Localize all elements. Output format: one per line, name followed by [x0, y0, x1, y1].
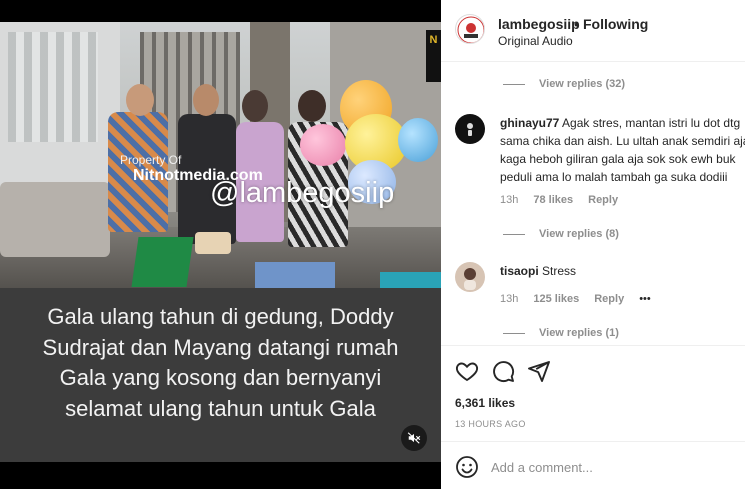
separator-dot: •: [574, 16, 579, 32]
comment-likes[interactable]: 78 likes: [533, 194, 573, 206]
profile-logo-icon: [457, 16, 484, 43]
avatar[interactable]: [455, 114, 485, 144]
comments-panel: lambegosiip • Following Original Audio V…: [441, 0, 745, 489]
comment-text: tisaopi Stress: [500, 264, 577, 278]
comment-likes[interactable]: 125 likes: [533, 293, 579, 305]
caption-line: Sudrajat dan Mayang datangi rumah: [42, 334, 399, 360]
avatar[interactable]: [455, 14, 485, 44]
caption-line: selamat ulang tahun untuk Gala: [65, 395, 376, 421]
comment-username[interactable]: tisaopi: [500, 264, 539, 278]
avatar[interactable]: [455, 262, 485, 292]
reply-button[interactable]: Reply: [588, 194, 618, 206]
post-header: lambegosiip • Following Original Audio: [441, 0, 745, 62]
post-actions: 6,361 likes 13 HOURS AGO: [441, 345, 745, 440]
comment-time[interactable]: 13h: [500, 194, 518, 206]
view-replies-button[interactable]: View replies (1): [503, 327, 619, 339]
view-replies-button[interactable]: View replies (32): [503, 78, 625, 90]
comment-text: ghinayu77 Agak stres, mantan istri lu do…: [500, 116, 745, 184]
watermark-property: Property Of: [120, 153, 182, 167]
add-comment-bar: [441, 441, 745, 489]
caption-line: Gala yang kosong dan bernyanyi: [59, 365, 382, 390]
watermark-handle: @lambegosiip: [210, 177, 395, 209]
video-caption: Gala ulang tahun di gedung, Doddy Sudraj…: [0, 302, 441, 424]
likes-count[interactable]: 6,361 likes: [455, 396, 515, 410]
reply-button[interactable]: Reply: [594, 293, 624, 305]
following-button[interactable]: Following: [583, 16, 648, 32]
user-photo-icon: [464, 268, 476, 290]
corner-logo: N: [426, 30, 441, 82]
comment-username[interactable]: ghinayu77: [500, 116, 559, 130]
video-player[interactable]: Property Of Nitnotmedia.com @lambegosiip…: [0, 22, 441, 462]
video-scene: Property Of Nitnotmedia.com @lambegosiip…: [0, 22, 441, 288]
comment-meta: 13h 125 likes Reply •••: [500, 293, 651, 305]
caption-line: Gala ulang tahun di gedung, Doddy: [47, 304, 394, 329]
heart-icon[interactable]: [455, 359, 479, 383]
user-placeholder-icon: [467, 123, 473, 136]
emoji-icon[interactable]: [455, 455, 479, 479]
comments-list: View replies (32) ghinayu77 Agak stres, …: [441, 62, 745, 345]
mute-button[interactable]: [401, 425, 427, 451]
comment-input[interactable]: [491, 454, 731, 480]
share-icon[interactable]: [527, 359, 551, 383]
comment-time[interactable]: 13h: [500, 293, 518, 305]
video-caption-area: Gala ulang tahun di gedung, Doddy Sudraj…: [0, 288, 441, 462]
post-media[interactable]: Property Of Nitnotmedia.com @lambegosiip…: [0, 0, 441, 489]
post-timestamp[interactable]: 13 HOURS AGO: [455, 419, 526, 429]
view-replies-button[interactable]: View replies (8): [503, 228, 619, 240]
more-options-button[interactable]: •••: [639, 293, 651, 305]
comment-icon[interactable]: [491, 359, 515, 383]
post-username[interactable]: lambegosiip: [498, 16, 580, 32]
comment-meta: 13h 78 likes Reply: [500, 194, 618, 206]
audio-link[interactable]: Original Audio: [498, 34, 573, 48]
speaker-muted-icon: [407, 432, 421, 444]
